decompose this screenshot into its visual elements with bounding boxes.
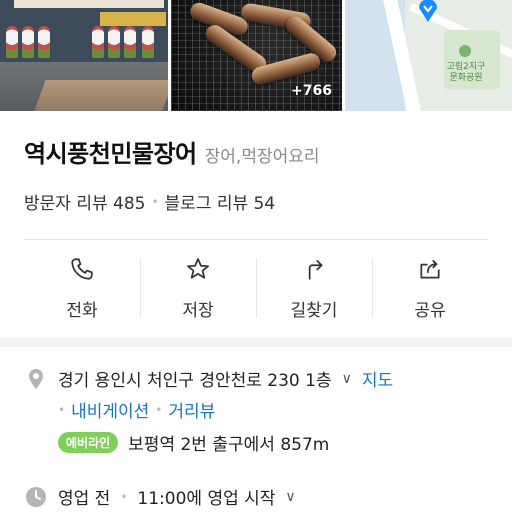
place-title-row: 역시풍천민물장어 장어,먹장어요리 — [24, 134, 320, 169]
street-view-link[interactable]: 거리뷰 — [168, 397, 215, 422]
place-category: 장어,먹장어요리 — [204, 147, 320, 167]
subway-line-badge: 에버라인 — [58, 432, 119, 453]
save-button[interactable]: 저장 — [140, 254, 256, 326]
location-icon — [29, 368, 43, 389]
directions-label: 길찾기 — [290, 301, 338, 321]
blog-review-link[interactable]: 블로그 리뷰 54 — [165, 189, 276, 214]
separator-dot: • — [155, 402, 163, 417]
address-row: 경기 용인시 처인구 경안천로 230 1층 ∨ 지도 — [24, 366, 393, 391]
action-bar: 전화 저장 길찾기 공유 — [24, 254, 488, 326]
section-separator — [0, 338, 512, 347]
transit-text: 보평역 2번 출구에서 857m — [128, 435, 330, 455]
map-link[interactable]: 지도 — [362, 366, 393, 391]
share-button[interactable]: 공유 — [372, 254, 488, 326]
directions-button[interactable]: 길찾기 — [256, 254, 372, 326]
separator-dot: • — [151, 194, 159, 209]
hours-status: 영업 전 — [58, 489, 111, 509]
transit-row: 에버라인 보평역 2번 출구에서 857m — [58, 430, 329, 455]
place-name: 역시풍천민물장어 — [24, 140, 197, 168]
clock-icon — [26, 486, 46, 507]
map-thumbnail[interactable]: 고림2지구 문화공원 — [345, 0, 512, 111]
park-icon — [459, 45, 471, 57]
call-label: 전화 — [66, 301, 98, 321]
save-label: 저장 — [182, 301, 214, 321]
chevron-down-icon[interactable]: ∨ — [342, 371, 352, 387]
divider — [24, 239, 488, 240]
review-summary: 방문자 리뷰 485 • 블로그 리뷰 54 — [24, 189, 275, 214]
separator-dot: • — [58, 402, 66, 417]
share-label: 공유 — [414, 301, 446, 321]
chevron-down-icon[interactable]: ∨ — [285, 489, 295, 505]
address-text: 경기 용인시 처인구 경안천로 230 1층 — [58, 371, 332, 391]
navigation-link[interactable]: 내비게이션 — [71, 397, 149, 422]
food-photo[interactable]: +766 — [171, 0, 342, 111]
photo-strip: +766 고림2지구 문화공원 — [0, 0, 512, 111]
visitor-review-link[interactable]: 방문자 리뷰 485 — [24, 189, 145, 214]
share-icon — [420, 260, 440, 279]
separator-dot: • — [120, 489, 128, 504]
call-button[interactable]: 전화 — [24, 254, 140, 326]
address-links-row: • 내비게이션 • 거리뷰 — [58, 397, 215, 422]
directions-icon — [308, 260, 323, 280]
map-label: 고림2지구 문화공원 — [446, 62, 486, 83]
phone-icon — [71, 258, 93, 280]
location-pin-icon — [419, 0, 437, 22]
place-detail-page: +766 고림2지구 문화공원 역시풍천민물장어 장어,먹장어요리 방문자 리뷰… — [0, 0, 512, 512]
star-icon — [187, 258, 209, 279]
storefront-photo[interactable] — [0, 0, 168, 111]
hours-row[interactable]: 영업 전 • 11:00에 영업 시작 ∨ — [24, 484, 296, 509]
photo-count: +766 — [291, 83, 332, 99]
hours-text: 11:00에 영업 시작 — [137, 489, 276, 509]
